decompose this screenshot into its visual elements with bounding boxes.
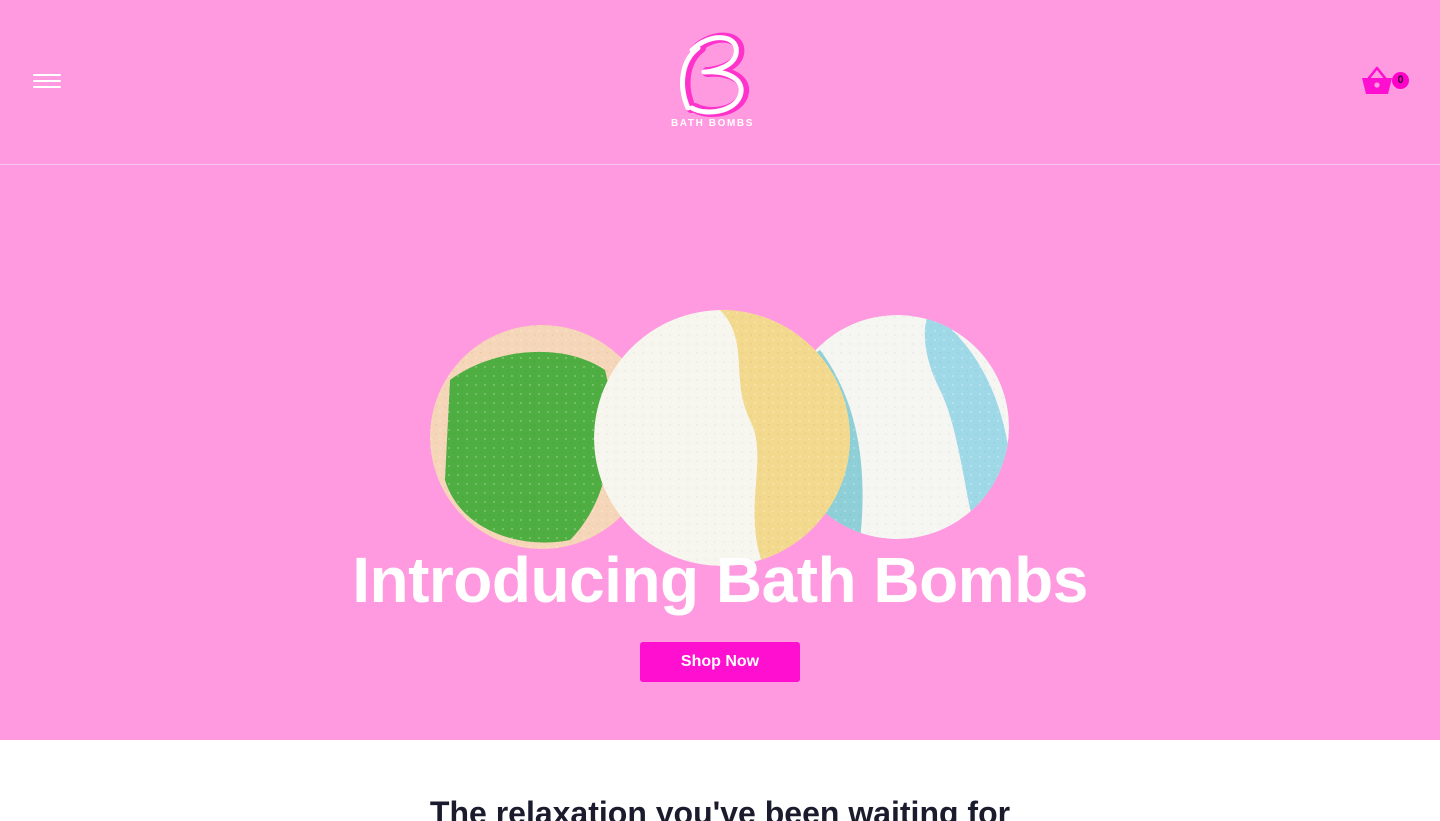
site-header: B BATH BOMBS 0 [0,0,1440,165]
hamburger-line [33,80,61,82]
menu-button[interactable] [33,71,61,91]
cart-count-badge: 0 [1392,72,1409,89]
shopping-basket-icon [1362,66,1392,94]
bath-bombs-image [430,310,1009,566]
hamburger-line [33,86,61,88]
cart-button[interactable]: 0 [1360,66,1412,98]
logo-text: BATH BOMBS [670,118,755,129]
section-title: The relaxation you've been waiting for [429,795,1011,821]
hero-title: Introducing Bath Bombs [352,544,1088,616]
shop-now-button[interactable]: Shop Now [640,642,800,682]
logo-link[interactable]: B BATH BOMBS [655,30,770,134]
logo-monogram-icon: B [680,32,750,117]
hamburger-line [33,74,61,76]
hero-banner: Introducing Bath Bombs Shop Now [0,165,1440,740]
